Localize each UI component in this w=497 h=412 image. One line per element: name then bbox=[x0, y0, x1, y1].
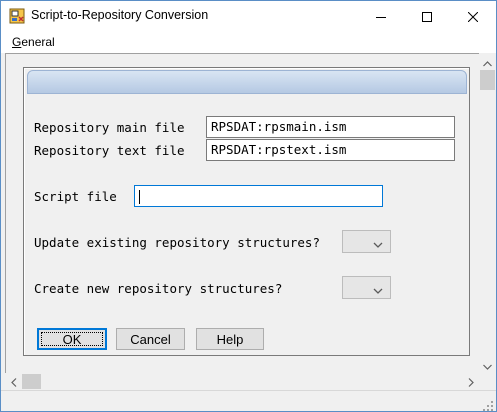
status-bar bbox=[1, 390, 496, 411]
resize-grip-icon[interactable] bbox=[482, 397, 494, 411]
vertical-scrollbar[interactable] bbox=[479, 53, 496, 373]
conversion-dialog: Repository main file RPSDAT:rpsmain.ism … bbox=[23, 67, 470, 356]
close-icon bbox=[467, 7, 479, 26]
close-button[interactable] bbox=[450, 1, 496, 31]
update-existing-label: Update existing repository structures? bbox=[34, 235, 320, 250]
conversion-app-icon bbox=[9, 8, 25, 24]
ok-button[interactable]: OK bbox=[37, 328, 107, 350]
menu-general-accelerator: G bbox=[12, 35, 22, 49]
script-file-label: Script file bbox=[34, 189, 117, 204]
help-button[interactable]: Help bbox=[196, 328, 264, 350]
dialog-header bbox=[27, 70, 467, 94]
menu-bar: General bbox=[1, 31, 496, 53]
focus-rectangle bbox=[41, 332, 103, 346]
horizontal-scroll-thumb[interactable] bbox=[22, 374, 41, 389]
maximize-icon bbox=[422, 7, 432, 26]
minimize-icon bbox=[376, 7, 386, 26]
maximize-button[interactable] bbox=[404, 1, 450, 31]
chevron-up-icon bbox=[483, 52, 492, 71]
chevron-right-icon bbox=[468, 372, 474, 391]
app-window: Script-to-Repository Conversion General bbox=[0, 0, 497, 412]
window-title: Script-to-Repository Conversion bbox=[31, 8, 209, 22]
minimize-button[interactable] bbox=[358, 1, 404, 31]
chevron-down-icon bbox=[372, 282, 384, 294]
chevron-down-icon bbox=[372, 236, 384, 248]
scroll-up-button[interactable] bbox=[479, 53, 496, 70]
title-bar[interactable]: Script-to-Repository Conversion bbox=[1, 1, 496, 31]
menu-general-label: eneral bbox=[21, 35, 55, 49]
update-existing-select[interactable] bbox=[342, 230, 391, 253]
create-new-select[interactable] bbox=[342, 276, 391, 299]
scrollbar-corner bbox=[479, 373, 496, 390]
repo-text-field[interactable]: RPSDAT:rpstext.ism bbox=[206, 139, 455, 161]
repo-main-label: Repository main file bbox=[34, 120, 185, 135]
repo-text-label: Repository text file bbox=[34, 143, 185, 158]
help-button-label: Help bbox=[216, 331, 244, 347]
horizontal-scrollbar[interactable] bbox=[5, 373, 479, 390]
chevron-down-icon bbox=[483, 355, 492, 374]
create-new-label: Create new repository structures? bbox=[34, 281, 283, 296]
scroll-down-button[interactable] bbox=[479, 356, 496, 373]
repo-main-field[interactable]: RPSDAT:rpsmain.ism bbox=[206, 116, 455, 138]
text-caret bbox=[139, 190, 140, 204]
script-file-input[interactable] bbox=[134, 185, 383, 207]
chevron-left-icon bbox=[10, 372, 17, 391]
cancel-button-label: Cancel bbox=[130, 331, 171, 347]
scroll-left-button[interactable] bbox=[5, 373, 22, 390]
vertical-scroll-thumb[interactable] bbox=[480, 70, 495, 90]
cancel-button[interactable]: Cancel bbox=[116, 328, 185, 350]
menu-general[interactable]: General bbox=[12, 35, 55, 49]
scroll-right-button[interactable] bbox=[462, 373, 479, 390]
